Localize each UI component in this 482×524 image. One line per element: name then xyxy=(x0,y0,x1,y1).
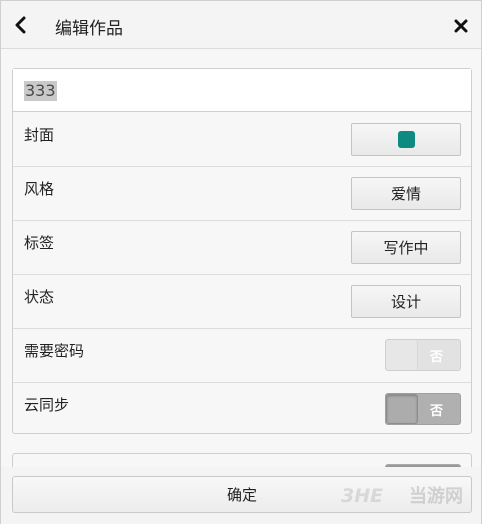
work-name-input[interactable]: 333 xyxy=(13,69,471,112)
dialog-header: 编辑作品 xyxy=(1,1,481,49)
toggle-knob xyxy=(386,340,418,370)
status-button[interactable]: 设计 xyxy=(351,285,461,318)
cloud-sync-toggle[interactable]: 否 xyxy=(385,393,461,425)
svg-text:3HE: 3HE xyxy=(341,485,383,506)
toggle-state-text: 否 xyxy=(430,350,444,365)
cloud-sync-label: 云同步 xyxy=(24,396,70,414)
row-style: 风格 爱情 xyxy=(13,167,471,221)
work-settings-card: 333 封面 风格 爱情 标签 写作中 状态 设计 需要密码 否 云同步 否 xyxy=(12,68,472,434)
watermark: 3HE 当游网 xyxy=(341,481,463,509)
password-toggle[interactable]: 否 xyxy=(385,339,461,371)
row-cloud-sync: 云同步 否 xyxy=(13,383,471,437)
watermark-logo-icon: 3HE xyxy=(341,485,383,506)
row-tag: 标签 写作中 xyxy=(13,221,471,275)
back-button[interactable] xyxy=(9,13,31,37)
row-password: 需要密码 否 xyxy=(13,329,471,383)
edit-work-dialog: 编辑作品 333 封面 风格 爱情 标签 写作中 状态 设计 需要密码 否 云同… xyxy=(0,0,482,524)
close-button[interactable] xyxy=(451,16,471,36)
password-label: 需要密码 xyxy=(24,342,85,360)
cover-color-swatch xyxy=(397,131,415,148)
page-title: 编辑作品 xyxy=(55,19,123,39)
style-label: 风格 xyxy=(24,180,55,198)
watermark-text: 当游网 xyxy=(409,486,463,507)
style-button[interactable]: 爱情 xyxy=(351,177,461,210)
cover-label: 封面 xyxy=(24,126,55,144)
toggle-state-text: 否 xyxy=(430,404,444,419)
close-icon xyxy=(454,19,468,33)
row-cover: 封面 xyxy=(13,113,471,167)
work-name-value: 333 xyxy=(24,81,57,101)
tag-label: 标签 xyxy=(24,234,55,252)
toggle-knob xyxy=(386,394,418,424)
tag-button[interactable]: 写作中 xyxy=(351,231,461,264)
chevron-left-icon xyxy=(15,16,26,34)
cover-button[interactable] xyxy=(351,123,461,156)
status-label: 状态 xyxy=(24,288,55,306)
row-status: 状态 设计 xyxy=(13,275,471,329)
